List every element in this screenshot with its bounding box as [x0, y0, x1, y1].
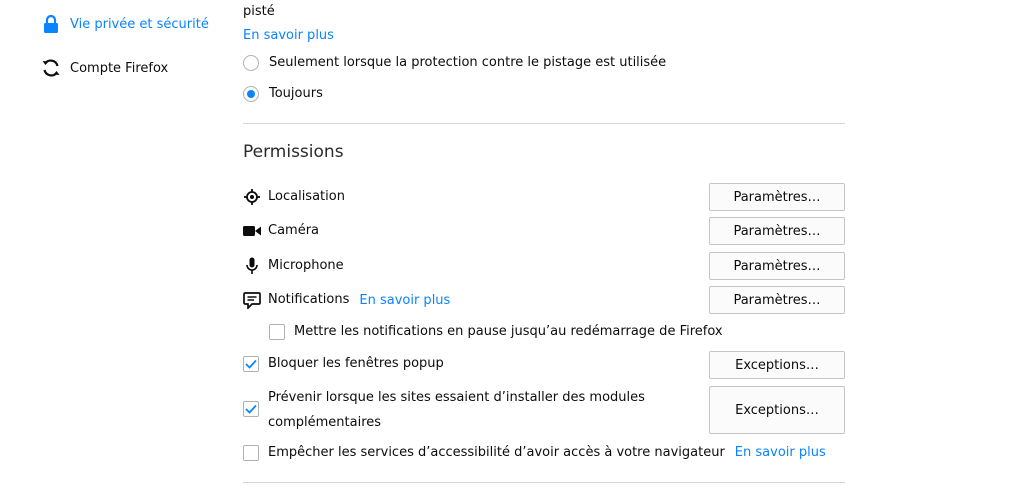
permission-location: Localisation [243, 187, 345, 207]
preferences-page: Vie privée et sécurité Compte Firefox pi… [0, 0, 1024, 489]
permission-label: Notifications [268, 292, 350, 307]
radio-button[interactable] [243, 55, 259, 71]
permission-notifications: Notifications En savoir plus [243, 290, 450, 310]
checkbox-label: Prévenir lorsque les sites essaient d’in… [268, 390, 645, 430]
warn-addons-checkbox[interactable] [243, 401, 259, 417]
sidebar: Vie privée et sécurité Compte Firefox [0, 0, 220, 489]
sync-icon [40, 57, 62, 79]
block-popups-option[interactable]: Bloquer les fenêtres popup [243, 356, 444, 372]
addons-exceptions-button[interactable]: Exceptions… [709, 386, 845, 434]
section-divider [243, 123, 845, 124]
permission-label: Localisation [268, 189, 345, 204]
microphone-icon [243, 257, 261, 275]
tracking-learn-more-link[interactable]: En savoir plus [243, 28, 334, 43]
notifications-settings-button[interactable]: Paramètres… [709, 286, 845, 314]
lock-icon [40, 13, 62, 35]
notifications-learn-more-link[interactable]: En savoir plus [359, 293, 450, 308]
camera-settings-button[interactable]: Paramètres… [709, 217, 845, 245]
microphone-settings-button[interactable]: Paramètres… [709, 252, 845, 280]
permissions-title: Permissions [243, 142, 344, 162]
warn-addons-option[interactable]: Prévenir lorsque les sites essaient d’in… [243, 385, 688, 435]
permission-camera: Caméra [243, 221, 319, 241]
checkbox-label: Empêcher les services d’accessibilité d’… [268, 445, 725, 460]
radio-dot [247, 90, 255, 98]
checkbox-label: Bloquer les fenêtres popup [268, 356, 444, 371]
notification-icon [243, 291, 261, 309]
checkbox-label: Mettre les notifications en pause jusqu’… [294, 324, 723, 339]
permission-label: Microphone [268, 258, 344, 273]
permission-microphone: Microphone [243, 256, 344, 276]
accessibility-checkbox[interactable] [243, 445, 259, 461]
main-content: pisté En savoir plus Seulement lorsque l… [243, 0, 845, 489]
radio-label: Toujours [269, 86, 323, 101]
radio-label: Seulement lorsque la protection contre l… [269, 55, 667, 70]
sidebar-item-privacy[interactable]: Vie privée et sécurité [40, 12, 209, 36]
sidebar-item-firefox-account[interactable]: Compte Firefox [40, 56, 168, 80]
radio-button-selected[interactable] [243, 86, 259, 102]
location-settings-button[interactable]: Paramètres… [709, 183, 845, 211]
popup-exceptions-button[interactable]: Exceptions… [709, 351, 845, 379]
checkmark-icon [245, 404, 257, 414]
checkmark-icon [245, 359, 257, 369]
camera-icon [243, 222, 261, 240]
tracking-description-text: pisté [243, 4, 275, 19]
accessibility-learn-more-link[interactable]: En savoir plus [735, 445, 826, 460]
block-popups-checkbox[interactable] [243, 356, 259, 372]
pause-notifications-checkbox[interactable] [269, 324, 285, 340]
accessibility-option[interactable]: Empêcher les services d’accessibilité d’… [243, 445, 826, 461]
section-divider [243, 482, 845, 483]
tracking-option-when-protected[interactable]: Seulement lorsque la protection contre l… [243, 53, 666, 73]
pause-notifications-option[interactable]: Mettre les notifications en pause jusqu’… [269, 324, 723, 340]
permission-label: Caméra [268, 223, 320, 238]
sidebar-item-label: Compte Firefox [70, 60, 169, 76]
sidebar-item-label: Vie privée et sécurité [70, 16, 209, 32]
tracking-option-always[interactable]: Toujours [243, 84, 323, 104]
location-icon [243, 188, 261, 206]
